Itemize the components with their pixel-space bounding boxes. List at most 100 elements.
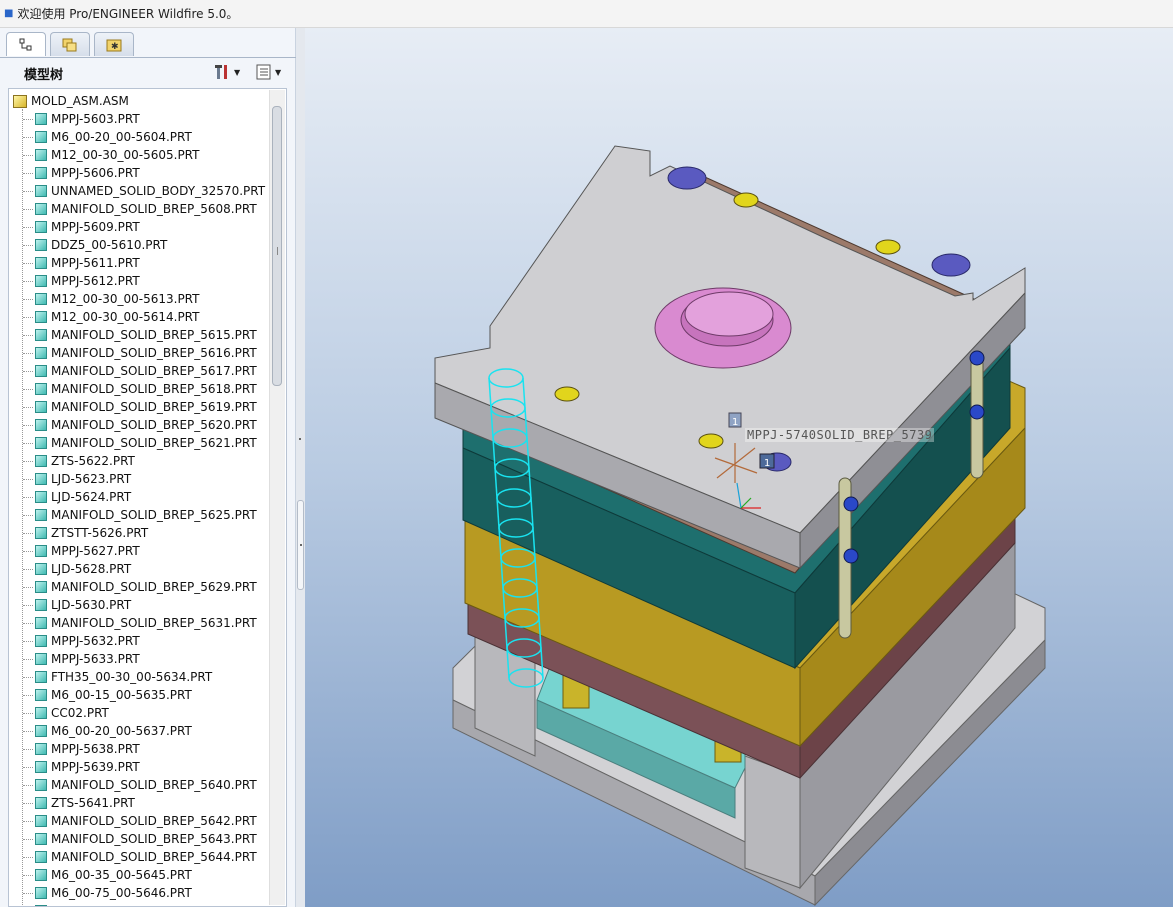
- screw-head-2: [875, 239, 901, 255]
- tree-item[interactable]: MANIFOLD_SOLID_BREP_5643.PRT: [9, 830, 269, 848]
- tree-item-label: M12_00-30_00-5614.PRT: [51, 310, 200, 324]
- tree-item[interactable]: LJD-5630.PRT: [9, 596, 269, 614]
- tree-item[interactable]: UNNAMED_SOLID_BODY_32570.PRT: [9, 182, 269, 200]
- tree-item[interactable]: MANIFOLD_SOLID_BREP_5644.PRT: [9, 848, 269, 866]
- tree-connector: [23, 316, 33, 318]
- part-icon: [35, 239, 47, 251]
- tree-item[interactable]: M6_00-35_00-5645.PRT: [9, 866, 269, 884]
- tree-item[interactable]: DDZ5_00-5610.PRT: [9, 236, 269, 254]
- tree-item[interactable]: MPPJ-5632.PRT: [9, 632, 269, 650]
- csys-tag-2: 1: [764, 458, 770, 469]
- tree-item[interactable]: M6_00-15_00-5635.PRT: [9, 686, 269, 704]
- tree-item[interactable]: M6_00-75_00-5646.PRT: [9, 884, 269, 902]
- tree-item[interactable]: M6_00-75_00-5647.PRT: [9, 902, 269, 906]
- tree-item[interactable]: MPPJ-5639.PRT: [9, 758, 269, 776]
- tree-item[interactable]: M6_00-20_00-5637.PRT: [9, 722, 269, 740]
- chevron-down-icon: ▼: [275, 67, 282, 77]
- tree-item[interactable]: ZTS-5622.PRT: [9, 452, 269, 470]
- tree-item[interactable]: MANIFOLD_SOLID_BREP_5625.PRT: [9, 506, 269, 524]
- tree-item[interactable]: M12_00-30_00-5614.PRT: [9, 308, 269, 326]
- tree-connector: [23, 208, 33, 210]
- tree-item[interactable]: MPPJ-5638.PRT: [9, 740, 269, 758]
- tree-item[interactable]: M12_00-30_00-5605.PRT: [9, 146, 269, 164]
- part-icon: [35, 761, 47, 773]
- show-menu-button[interactable]: ▼: [255, 62, 281, 82]
- tree-item-label: MANIFOLD_SOLID_BREP_5644.PRT: [51, 850, 257, 864]
- tree-item[interactable]: MANIFOLD_SOLID_BREP_5631.PRT: [9, 614, 269, 632]
- splitter-handle[interactable]: [297, 500, 304, 590]
- tree-item[interactable]: MPPJ-5611.PRT: [9, 254, 269, 272]
- mold-assembly-model: 1 1: [434, 145, 1046, 907]
- settings-menu-button[interactable]: ▼: [214, 62, 240, 82]
- part-icon: [35, 113, 47, 125]
- tree-item[interactable]: MANIFOLD_SOLID_BREP_5620.PRT: [9, 416, 269, 434]
- scrollbar-thumb[interactable]: [272, 106, 282, 386]
- tree-item[interactable]: MANIFOLD_SOLID_BREP_5615.PRT: [9, 326, 269, 344]
- part-icon: [35, 869, 47, 881]
- tree-connector: [23, 190, 33, 192]
- part-icon: [35, 257, 47, 269]
- tree-item[interactable]: MPPJ-5612.PRT: [9, 272, 269, 290]
- tree-item[interactable]: MANIFOLD_SOLID_BREP_5621.PRT: [9, 434, 269, 452]
- part-icon: [35, 419, 47, 431]
- tree-item-label: M12_00-30_00-5605.PRT: [51, 148, 200, 162]
- tree-item[interactable]: MANIFOLD_SOLID_BREP_5629.PRT: [9, 578, 269, 596]
- tree-item[interactable]: MPPJ-5603.PRT: [9, 110, 269, 128]
- tree-item[interactable]: MPPJ-5627.PRT: [9, 542, 269, 560]
- tree-item-label: M6_00-20_00-5637.PRT: [51, 724, 192, 738]
- tree-item[interactable]: FTH35_00-30_00-5634.PRT: [9, 668, 269, 686]
- tree-item[interactable]: M12_00-30_00-5613.PRT: [9, 290, 269, 308]
- tree-item[interactable]: MANIFOLD_SOLID_BREP_5642.PRT: [9, 812, 269, 830]
- tree-item[interactable]: ZTSTT-5626.PRT: [9, 524, 269, 542]
- graphics-viewport[interactable]: 1 1 MPPJ-5740SOLID_BREP_5739: [305, 28, 1173, 907]
- tree-connector: [23, 442, 33, 444]
- navigator-tabs: ✱: [6, 32, 138, 58]
- part-icon: [35, 599, 47, 611]
- tree-item[interactable]: LJD-5624.PRT: [9, 488, 269, 506]
- tree-item-label: M6_00-75_00-5646.PRT: [51, 886, 192, 900]
- tree-item[interactable]: MANIFOLD_SOLID_BREP_5618.PRT: [9, 380, 269, 398]
- tree-item[interactable]: MANIFOLD_SOLID_BREP_5617.PRT: [9, 362, 269, 380]
- tree-item[interactable]: LJD-5628.PRT: [9, 560, 269, 578]
- csys-tag-1: 1: [732, 417, 738, 428]
- tree-connector: [23, 370, 33, 372]
- tree-item-label: UNNAMED_SOLID_BODY_32570.PRT: [51, 184, 266, 198]
- sprue-top: [684, 291, 774, 337]
- tree-item[interactable]: CC02.PRT: [9, 704, 269, 722]
- splitter-dot: [300, 544, 302, 546]
- part-icon: [35, 527, 47, 539]
- part-icon: [35, 383, 47, 395]
- tree-item-label: M6_00-20_00-5604.PRT: [51, 130, 192, 144]
- tree-item[interactable]: MANIFOLD_SOLID_BREP_5608.PRT: [9, 200, 269, 218]
- tree-item[interactable]: MPPJ-5606.PRT: [9, 164, 269, 182]
- tree-connector: [23, 766, 33, 768]
- tree-connector: [23, 118, 33, 120]
- tree-item[interactable]: MANIFOLD_SOLID_BREP_5619.PRT: [9, 398, 269, 416]
- tab-folder-browser[interactable]: [50, 32, 90, 56]
- side-bolt-4: [843, 548, 859, 564]
- tree-item-label: MANIFOLD_SOLID_BREP_5640.PRT: [51, 778, 257, 792]
- part-icon: [35, 635, 47, 647]
- part-icon: [35, 347, 47, 359]
- tree-item-label: DDZ5_00-5610.PRT: [51, 238, 168, 252]
- tree-root[interactable]: MOLD_ASM.ASM: [13, 92, 129, 110]
- tree-item-label: MANIFOLD_SOLID_BREP_5608.PRT: [51, 202, 257, 216]
- screw-head-1: [733, 192, 759, 208]
- tree-item[interactable]: MPPJ-5609.PRT: [9, 218, 269, 236]
- tree-scrollbar[interactable]: [269, 90, 285, 905]
- tree-item[interactable]: LJD-5623.PRT: [9, 470, 269, 488]
- tree-item-label: FTH35_00-30_00-5634.PRT: [51, 670, 213, 684]
- svg-text:✱: ✱: [111, 42, 119, 52]
- panel-splitter[interactable]: [296, 28, 305, 907]
- tree-item[interactable]: MPPJ-5633.PRT: [9, 650, 269, 668]
- tree-item[interactable]: MANIFOLD_SOLID_BREP_5640.PRT: [9, 776, 269, 794]
- tree-connector: [23, 856, 33, 858]
- tab-model-tree[interactable]: [6, 32, 46, 56]
- tree-item[interactable]: ZTS-5641.PRT: [9, 794, 269, 812]
- tree-connector: [23, 640, 33, 642]
- tree-item[interactable]: M6_00-20_00-5604.PRT: [9, 128, 269, 146]
- tab-favorites[interactable]: ✱: [94, 32, 134, 56]
- tree-connector: [23, 496, 33, 498]
- tree-item[interactable]: MANIFOLD_SOLID_BREP_5616.PRT: [9, 344, 269, 362]
- tree-connector: [23, 244, 33, 246]
